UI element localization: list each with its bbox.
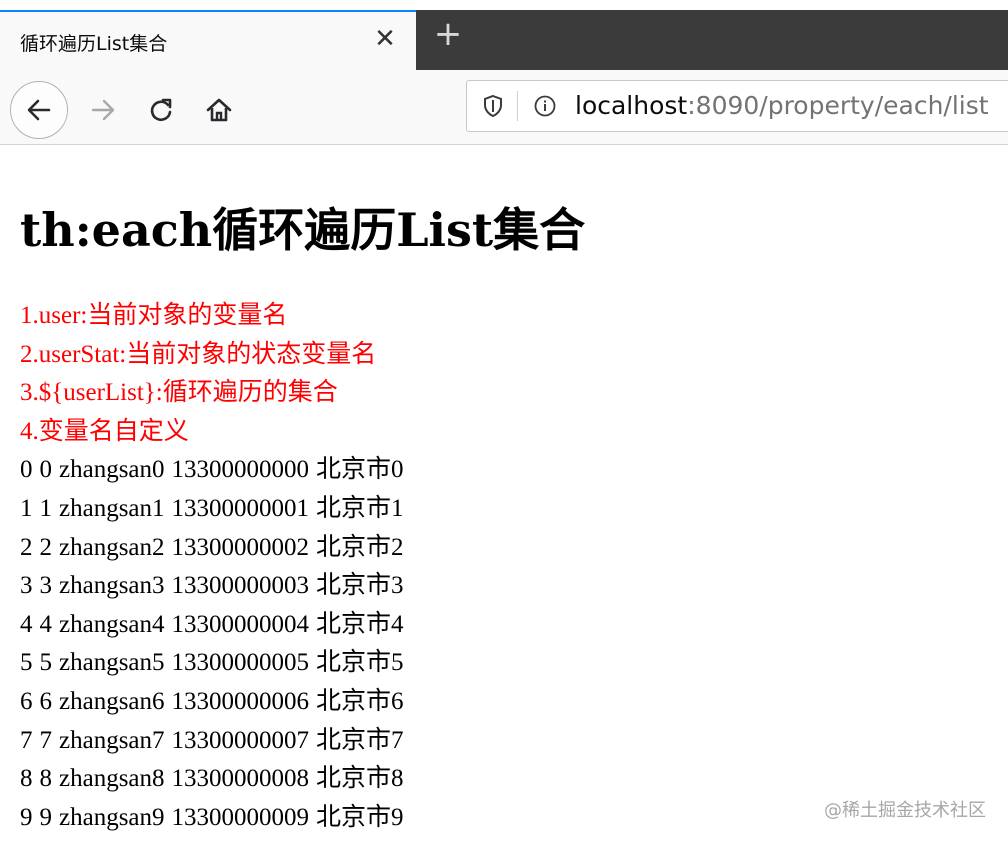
forward-button[interactable] (80, 87, 126, 133)
row-phone: 13300000001 (171, 494, 310, 522)
arrow-left-icon (27, 99, 51, 121)
row-index: 1 (20, 494, 33, 522)
reload-icon (150, 98, 172, 122)
note-line: 4.变量名自定义 (20, 417, 189, 445)
row-id: 7 (39, 726, 53, 754)
watermark: @稀土掘金技术社区 (824, 800, 986, 821)
row-id: 0 (39, 456, 53, 484)
row-index: 9 (20, 803, 33, 831)
arrow-right-icon (91, 99, 115, 121)
tab-title: 循环遍历List集合 (20, 33, 168, 55)
row-id: 5 (39, 649, 53, 677)
row-address: 北京市3 (316, 572, 404, 600)
list-item: 7 7 zhangsan7 13300000007 北京市7 (20, 722, 980, 761)
list-item: 3 3 zhangsan3 13300000003 北京市3 (20, 567, 980, 606)
list-item: 4 4 zhangsan4 13300000004 北京市4 (20, 606, 980, 645)
row-name: zhangsan5 (59, 649, 165, 677)
url-bar[interactable]: localhost:8090/property/each/list (466, 80, 1008, 132)
list-item: 1 1 zhangsan1 13300000001 北京市1 (20, 490, 980, 529)
row-id: 4 (39, 610, 53, 638)
row-id: 2 (39, 533, 53, 561)
info-icon[interactable] (533, 94, 557, 118)
home-button[interactable] (196, 87, 242, 133)
row-name: zhangsan1 (59, 494, 165, 522)
window-top-edge (0, 0, 1008, 10)
navigation-bar: localhost:8090/property/each/list (0, 70, 1008, 145)
row-phone: 13300000004 (171, 610, 310, 638)
list-item: 6 6 zhangsan6 13300000006 北京市6 (20, 683, 980, 722)
tab-active[interactable]: 循环遍历List集合 ✕ (0, 10, 416, 70)
row-address: 北京市4 (316, 610, 404, 638)
plus-icon[interactable]: + (428, 14, 468, 54)
row-phone: 13300000009 (171, 803, 310, 831)
row-id: 3 (39, 572, 53, 600)
row-index: 8 (20, 765, 33, 793)
row-name: zhangsan0 (59, 456, 165, 484)
row-address: 北京市8 (316, 765, 404, 793)
list-item: 5 5 zhangsan5 13300000005 北京市5 (20, 644, 980, 683)
list-item: 0 0 zhangsan0 13300000000 北京市0 (20, 451, 980, 490)
row-phone: 13300000006 (171, 687, 310, 715)
row-name: zhangsan7 (59, 726, 165, 754)
row-address: 北京市9 (316, 803, 404, 831)
url-divider (517, 91, 518, 121)
row-name: zhangsan9 (59, 803, 165, 831)
note-line: 1.user:当前对象的变量名 (20, 302, 288, 329)
row-address: 北京市2 (316, 533, 404, 561)
tab-strip: 循环遍历List集合 ✕ + (0, 0, 1008, 70)
shield-icon[interactable] (481, 94, 505, 118)
note-line: 3.${userList}:循环遍历的集合 (20, 379, 338, 407)
row-index: 4 (20, 610, 33, 638)
row-name: zhangsan3 (59, 572, 165, 600)
row-name: zhangsan8 (59, 765, 165, 793)
row-id: 9 (39, 803, 53, 831)
home-icon (206, 98, 232, 122)
row-id: 6 (39, 687, 53, 715)
list-item: 2 2 zhangsan2 13300000002 北京市2 (20, 529, 980, 568)
row-index: 7 (20, 726, 33, 754)
row-phone: 13300000007 (171, 726, 310, 754)
row-index: 0 (20, 456, 33, 484)
url-host: localhost (575, 91, 688, 120)
row-phone: 13300000008 (171, 765, 310, 793)
row-phone: 13300000005 (171, 649, 310, 677)
row-address: 北京市5 (316, 649, 404, 677)
row-address: 北京市0 (316, 456, 404, 484)
note-line: 2.userStat:当前对象的状态变量名 (20, 340, 377, 368)
row-name: zhangsan4 (59, 610, 165, 638)
page-title: th:each循环遍历List集合 (20, 203, 586, 257)
back-button[interactable] (10, 81, 68, 139)
row-name: zhangsan2 (59, 533, 165, 561)
row-id: 1 (39, 494, 53, 522)
page-content: th:each循环遍历List集合 1.user:当前对象的变量名 2.userS… (20, 190, 980, 837)
row-index: 2 (20, 533, 33, 561)
row-phone: 13300000003 (171, 572, 310, 600)
row-index: 6 (20, 687, 33, 715)
row-name: zhangsan6 (59, 687, 165, 715)
row-phone: 13300000000 (171, 456, 310, 484)
list-item: 8 8 zhangsan8 13300000008 北京市8 (20, 760, 980, 799)
notes-list: 1.user:当前对象的变量名 2.userStat:当前对象的状态变量名 3.${… (20, 297, 980, 451)
reload-button[interactable] (138, 87, 184, 133)
user-list: 0 0 zhangsan0 13300000000 北京市0 1 1 zhangsan1 133… (20, 451, 980, 837)
close-icon[interactable]: ✕ (370, 24, 400, 54)
row-index: 5 (20, 649, 33, 677)
row-address: 北京市7 (316, 726, 404, 754)
row-id: 8 (39, 765, 53, 793)
row-address: 北京市6 (316, 687, 404, 715)
row-phone: 13300000002 (171, 533, 310, 561)
url-text[interactable]: localhost:8090/property/each/list (575, 91, 989, 121)
row-index: 3 (20, 572, 33, 600)
url-path: :8090/property/each/list (687, 91, 989, 120)
row-address: 北京市1 (316, 494, 404, 522)
